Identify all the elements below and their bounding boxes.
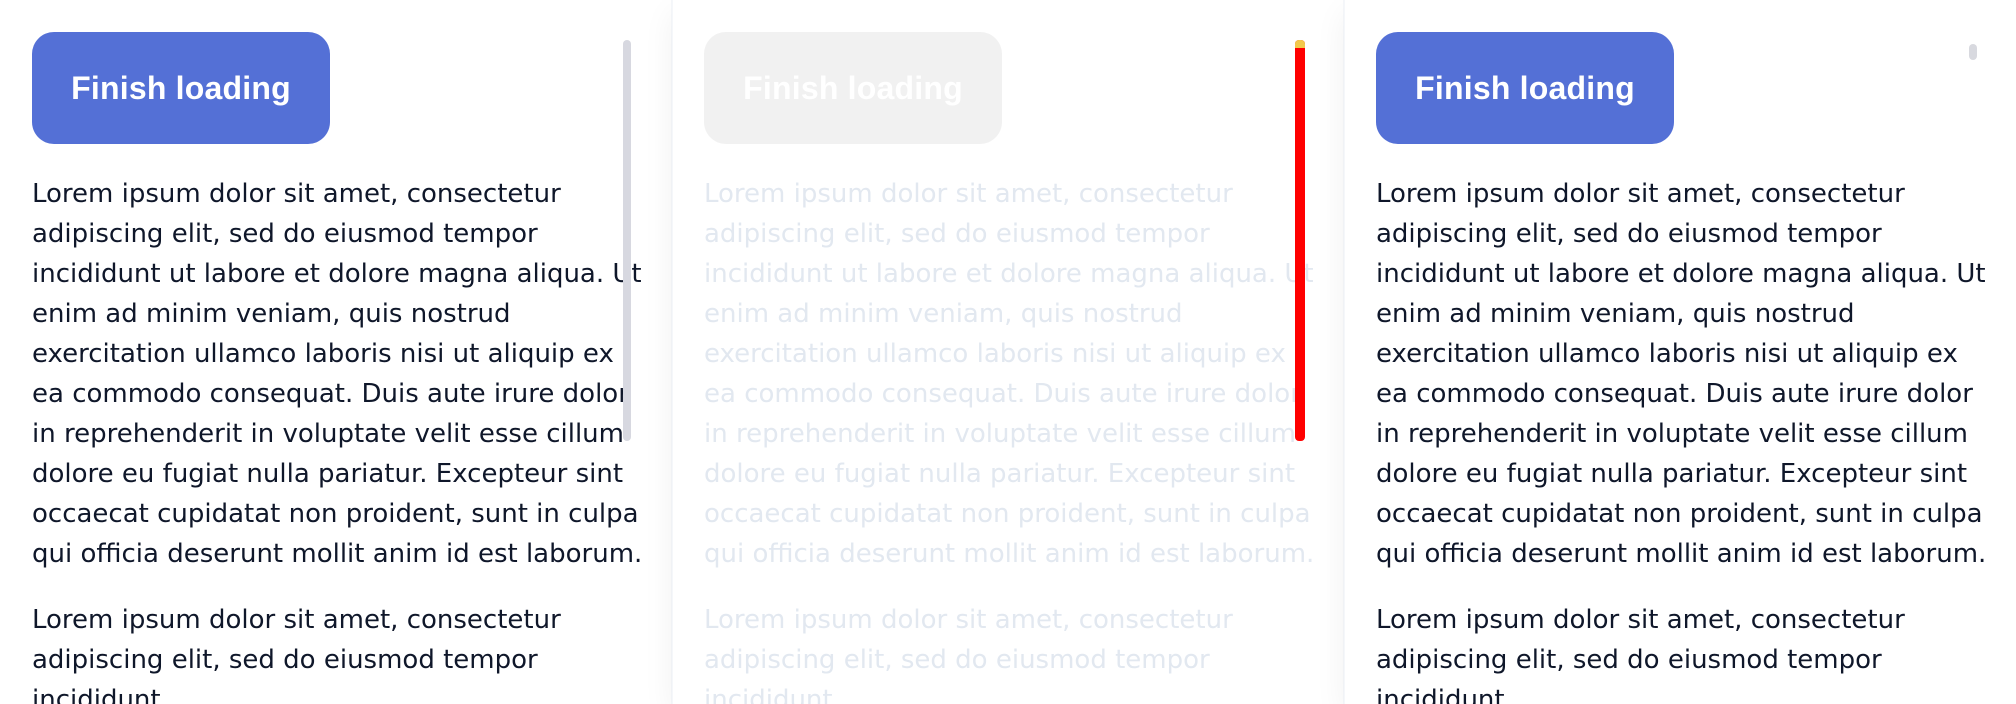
panel-divider-1: [672, 0, 673, 704]
scrollbar-right[interactable]: [1969, 44, 1977, 60]
scrollbar-left[interactable]: [623, 40, 631, 441]
panel-middle-content: Finish loading Lorem ipsum dolor sit ame…: [704, 32, 1314, 704]
lorem-paragraph-right-1: Lorem ipsum dolor sit amet, consectetur …: [1376, 179, 1987, 569]
lorem-paragraph-middle-1: Lorem ipsum dolor sit amet, consectetur …: [704, 179, 1315, 569]
finish-loading-button-right[interactable]: Finish loading: [1376, 32, 1674, 144]
lorem-paragraph-left-1: Lorem ipsum dolor sit amet, consectetur …: [32, 179, 643, 569]
scrollbar-middle-cap: [1295, 40, 1305, 48]
screen: Finish loading Lorem ipsum dolor sit ame…: [0, 0, 2016, 704]
panel-right-content: Finish loading Lorem ipsum dolor sit ame…: [1376, 32, 1986, 704]
panel-divider-2: [1344, 0, 1345, 704]
scrollbar-middle-highlight[interactable]: [1295, 40, 1305, 441]
finish-loading-button-left[interactable]: Finish loading: [32, 32, 330, 144]
panel-left: Finish loading Lorem ipsum dolor sit ame…: [0, 0, 672, 704]
panel-left-content: Finish loading Lorem ipsum dolor sit ame…: [32, 32, 642, 704]
panel-right: Finish loading Lorem ipsum dolor sit ame…: [1344, 0, 2016, 704]
finish-loading-button-middle[interactable]: Finish loading: [704, 32, 1002, 144]
lorem-paragraph-right-2: Lorem ipsum dolor sit amet, consectetur …: [1376, 605, 1905, 704]
lorem-paragraph-left-2: Lorem ipsum dolor sit amet, consectetur …: [32, 605, 561, 704]
panel-middle: Finish loading Lorem ipsum dolor sit ame…: [672, 0, 1344, 704]
lorem-paragraph-middle-2: Lorem ipsum dolor sit amet, consectetur …: [704, 605, 1233, 704]
